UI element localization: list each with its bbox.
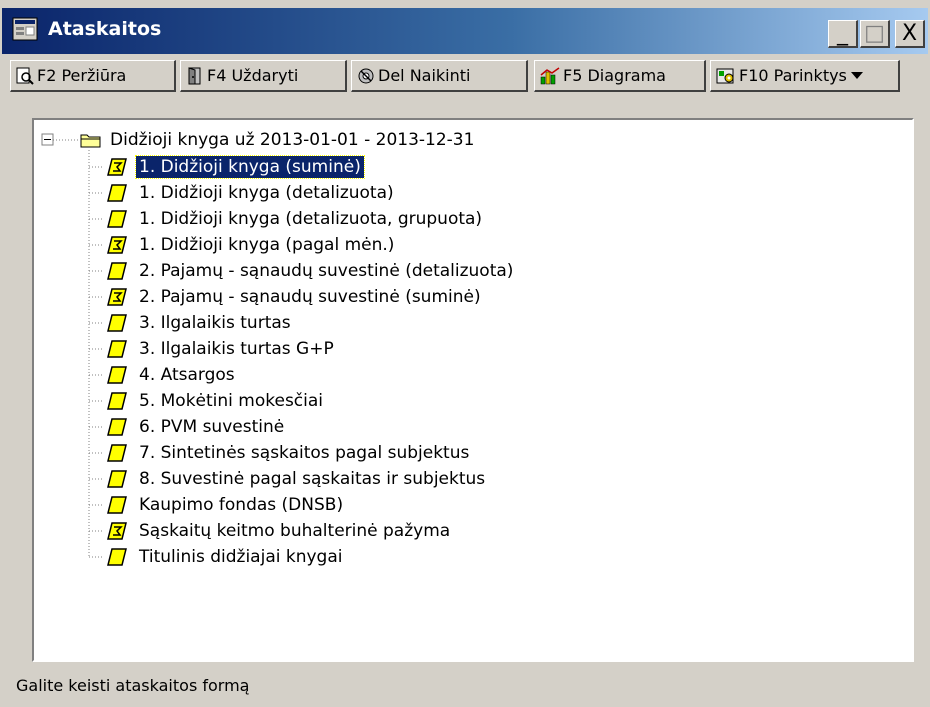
tree-item[interactable]: Kaupimo fondas (DNSB) — [106, 493, 346, 517]
tree-item[interactable]: 1. Didžioji knyga (suminė) — [106, 155, 365, 179]
summary-report-icon — [107, 236, 127, 254]
tree-item-label: 1. Didžioji knyga (detalizuota) — [139, 183, 394, 203]
summary-report-icon — [107, 158, 127, 176]
tree-item[interactable]: 5. Mokėtini mokesčiai — [106, 389, 326, 413]
preview-button[interactable]: F2 Peržiūra — [10, 60, 176, 92]
tree-item[interactable]: Titulinis didžiajai knygai — [106, 545, 345, 569]
tree-item-label: 4. Atsargos — [139, 365, 235, 385]
report-icon — [107, 418, 127, 436]
summary-report-icon — [107, 288, 127, 306]
close-button[interactable]: X — [895, 20, 925, 48]
tree-item-label: 1. Didžioji knyga (pagal mėn.) — [139, 235, 395, 255]
preview-icon — [16, 67, 34, 85]
tree-item-label: 5. Mokėtini mokesčiai — [139, 391, 324, 411]
toolbar: F2 Peržiūra F4 Uždaryti Del Naikinti F5 … — [0, 57, 930, 95]
title-bar[interactable]: Ataskaitos _ □ X — [2, 8, 928, 54]
close-report-label: F4 Uždaryti — [207, 66, 299, 85]
diagram-label: F5 Diagrama — [563, 66, 666, 85]
report-icon — [107, 470, 127, 488]
tree-item[interactable]: 3. Ilgalaikis turtas G+P — [106, 337, 337, 361]
reports-window: Ataskaitos _ □ X F2 Peržiūra F4 Uždaryti — [0, 0, 930, 707]
close-report-button[interactable]: F4 Uždaryti — [180, 60, 347, 92]
report-icon — [107, 548, 127, 566]
options-label: F10 Parinktys — [739, 66, 847, 85]
tree-item[interactable]: 1. Didžioji knyga (detalizuota, grupuota… — [106, 207, 485, 231]
tree-item[interactable]: 2. Pajamų - sąnaudų suvestinė (detalizuo… — [106, 259, 516, 283]
tree-item[interactable]: 1. Didžioji knyga (pagal mėn.) — [106, 233, 397, 257]
report-icon — [107, 184, 127, 202]
report-icon — [107, 444, 127, 462]
tree-item-label: 3. Ilgalaikis turtas G+P — [139, 339, 334, 359]
tree-item-label: 8. Suvestinė pagal sąskaitas ir subjektu… — [139, 469, 486, 489]
tree-item-label: 1. Didžioji knyga (suminė) — [135, 155, 365, 179]
status-bar: Galite keisti ataskaitos formą — [16, 676, 249, 695]
report-icon — [107, 392, 127, 410]
preview-label: F2 Peržiūra — [37, 66, 127, 85]
tree-item[interactable]: Sąskaitų keitmo buhalterinė pažyma — [106, 519, 453, 543]
tree-item[interactable]: 7. Sintetinės sąskaitos pagal subjektus — [106, 441, 472, 465]
status-text: Galite keisti ataskaitos formą — [16, 676, 250, 695]
tree-item-label: 6. PVM suvestinė — [139, 417, 285, 437]
window-app-icon — [12, 17, 38, 41]
window-title: Ataskaitos — [48, 18, 162, 40]
tree-item-label: 2. Pajamų - sąnaudų suvestinė (detalizuo… — [139, 261, 514, 281]
maximize-button[interactable]: □ — [860, 20, 890, 48]
delete-icon — [358, 68, 374, 83]
options-dropdown-button[interactable]: F10 Parinktys — [710, 60, 900, 92]
report-icon — [107, 262, 127, 280]
settings-icon — [716, 68, 734, 83]
folder-icon — [80, 134, 101, 148]
report-icon — [107, 340, 127, 358]
report-icon — [107, 496, 127, 514]
report-icon — [107, 314, 127, 332]
tree-item[interactable]: 2. Pajamų - sąnaudų suvestinė (suminė) — [106, 285, 484, 309]
delete-button[interactable]: Del Naikinti — [351, 60, 528, 92]
report-icon — [107, 366, 127, 384]
reports-tree[interactable]: Didžioji knyga už 2013-01-01 - 2013-12-3… — [32, 118, 914, 662]
door-icon — [188, 66, 201, 84]
tree-item-label: 2. Pajamų - sąnaudų suvestinė (suminė) — [139, 287, 481, 307]
minimize-button[interactable]: _ — [828, 20, 858, 48]
chevron-down-icon — [850, 72, 863, 79]
diagram-button[interactable]: F5 Diagrama — [534, 60, 706, 92]
chart-icon — [540, 66, 560, 84]
tree-item-label: Titulinis didžiajai knygai — [139, 547, 343, 567]
tree-root-node[interactable]: Didžioji knyga už 2013-01-01 - 2013-12-3… — [80, 128, 474, 152]
summary-report-icon — [107, 522, 127, 540]
delete-label: Del Naikinti — [378, 66, 471, 85]
tree-item-label: 3. Ilgalaikis turtas — [139, 313, 291, 333]
tree-item-label: Kaupimo fondas (DNSB) — [139, 495, 344, 515]
tree-item[interactable]: 1. Didžioji knyga (detalizuota) — [106, 181, 397, 205]
tree-item-label: 1. Didžioji knyga (detalizuota, grupuota… — [139, 209, 483, 229]
tree-item-label: 7. Sintetinės sąskaitos pagal subjektus — [139, 443, 470, 463]
tree-item-label: Sąskaitų keitmo buhalterinė pažyma — [139, 521, 451, 541]
tree-item[interactable]: 3. Ilgalaikis turtas — [106, 311, 294, 335]
report-icon — [107, 210, 127, 228]
tree-root-label: Didžioji knyga už 2013-01-01 - 2013-12-3… — [110, 130, 475, 150]
tree-item[interactable]: 6. PVM suvestinė — [106, 415, 287, 439]
tree-item[interactable]: 8. Suvestinė pagal sąskaitas ir subjektu… — [106, 467, 488, 491]
tree-item[interactable]: 4. Atsargos — [106, 363, 238, 387]
